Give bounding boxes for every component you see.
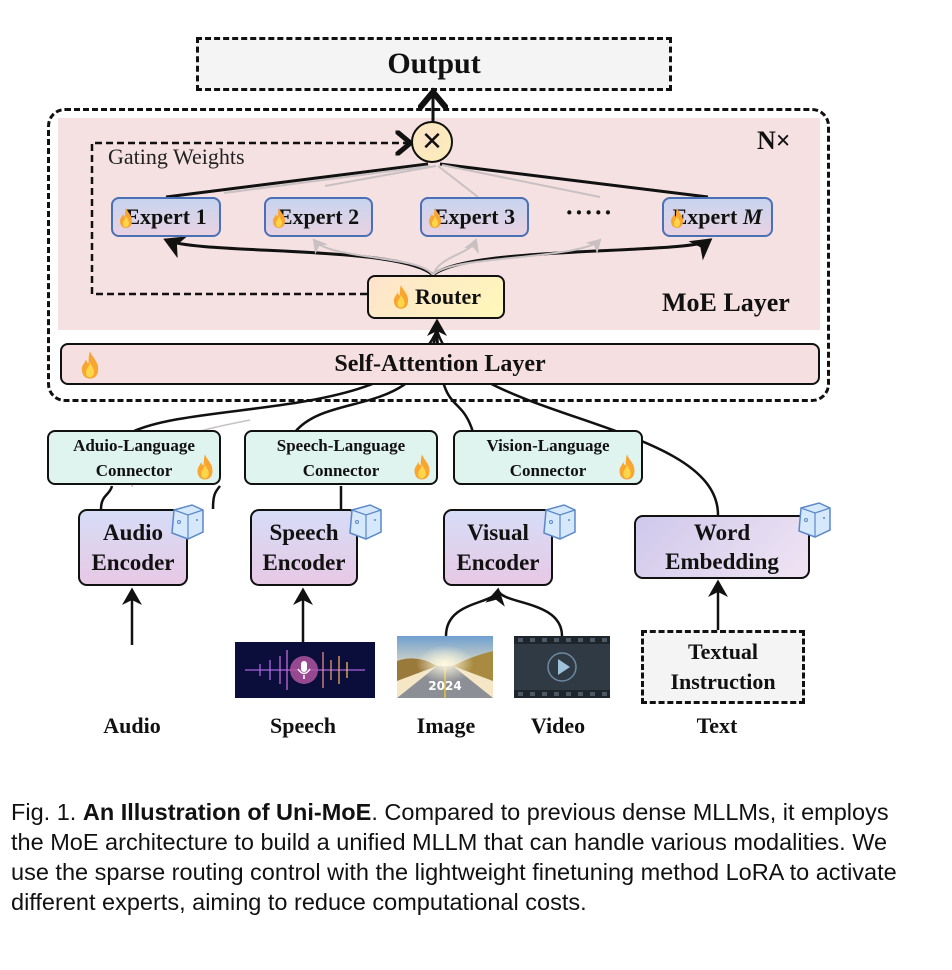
word-embedding-line2: Embedding — [665, 549, 779, 574]
image-input-arrow — [444, 587, 505, 637]
textual-line2: Instruction — [670, 669, 776, 694]
multiply-node: ✕ — [411, 121, 453, 163]
modality-label-audio: Audio — [103, 713, 161, 738]
repeat-count-label: N× — [757, 126, 791, 155]
audio-encoder-to-connector — [99, 485, 114, 510]
encoder-line1: Speech — [269, 519, 339, 545]
connector-line2: Connector — [302, 460, 380, 480]
self-attention-layer: Self-Attention Layer — [60, 343, 820, 385]
self-attention-label: Self-Attention Layer — [334, 350, 546, 377]
flame-icon — [671, 208, 683, 228]
textual-line1: Textual — [687, 639, 759, 664]
router-to-dots — [432, 238, 602, 276]
modality-label-image: Image — [416, 713, 476, 738]
modality-label-video: Video — [530, 713, 586, 738]
expert-2-label: Expert 2 — [277, 204, 360, 229]
speech-encoder-to-connector — [211, 485, 221, 510]
ice-cube-icon — [349, 504, 382, 540]
video-play-thumbnail — [514, 636, 610, 698]
expert-m-suffix: M — [742, 204, 763, 229]
audio-language-connector: Aduio-Language Connector — [47, 430, 221, 485]
flame-icon — [81, 351, 99, 379]
connector-line1: Speech-Language — [276, 435, 406, 455]
flame-icon — [393, 285, 409, 309]
audio-waveform-icon — [59, 647, 206, 699]
word-embedding-line1: Word — [693, 520, 751, 545]
caption-prefix: Fig. 1. — [11, 799, 83, 825]
moe-layer-label: MoE Layer — [662, 288, 790, 317]
expert-1-label: Expert 1 — [125, 204, 207, 229]
router-to-expertM — [432, 238, 713, 277]
expert2-to-multiply — [223, 165, 431, 194]
expert-m-label: Expert M — [673, 204, 763, 230]
connector-line1: Aduio-Language — [73, 435, 195, 455]
connector-line2: Connector — [95, 460, 173, 480]
expert-1: Expert 1 — [111, 197, 221, 237]
expert-3-label: Expert 3 — [433, 204, 516, 229]
figure-caption: Fig. 1. An Illustration of Uni-MoE. Comp… — [11, 797, 911, 917]
expert-m: Expert M — [662, 197, 773, 237]
video-input-arrow — [496, 589, 564, 637]
flame-icon — [619, 454, 635, 480]
expert-3: Expert 3 — [420, 197, 529, 237]
ice-cube-icon — [798, 502, 831, 538]
experts-ellipsis: ····· — [565, 198, 614, 227]
encoder-line2: Encoder — [262, 549, 346, 575]
encoder-line2: Encoder — [456, 549, 540, 575]
flame-icon — [120, 208, 132, 228]
speech-encoder: Speech Encoder — [250, 509, 358, 586]
gating-weights-label: Gating Weights — [108, 144, 245, 169]
expert-2: Expert 2 — [264, 197, 373, 237]
modality-label-text: Text — [696, 713, 738, 738]
flame-icon — [273, 208, 285, 228]
encoder-line1: Visual — [467, 519, 529, 545]
connector-line1: Vision-Language — [486, 435, 610, 455]
textual-instruction-box: Textual Instruction — [641, 630, 805, 704]
encoder-line2: Encoder — [91, 549, 175, 575]
ice-cube-icon — [171, 504, 204, 540]
encoder-line1: Audio — [102, 519, 164, 545]
connector-line2: Connector — [509, 460, 587, 480]
speech-microphone-icon — [235, 642, 375, 698]
router-label: Router — [415, 284, 481, 309]
speech-language-connector: Speech-Language Connector — [244, 430, 438, 485]
flame-icon — [429, 208, 441, 228]
visual-encoder: Visual Encoder — [443, 509, 553, 586]
ice-cube-icon — [543, 504, 576, 540]
image-year-text: 2024 — [428, 679, 461, 693]
modality-label-speech: Speech — [270, 713, 336, 738]
caption-title: An Illustration of Uni-MoE — [82, 799, 372, 825]
router-to-expert2 — [312, 238, 434, 276]
flame-icon — [414, 454, 430, 480]
image-road-thumbnail: 2024 — [397, 636, 493, 698]
router-box: Router — [367, 275, 505, 319]
flame-icon — [197, 454, 213, 480]
word-embedding: Word Embedding — [634, 515, 810, 579]
multiply-icon: ✕ — [421, 127, 443, 157]
router-to-expert1 — [163, 236, 435, 277]
vision-language-connector: Vision-Language Connector — [453, 430, 643, 485]
